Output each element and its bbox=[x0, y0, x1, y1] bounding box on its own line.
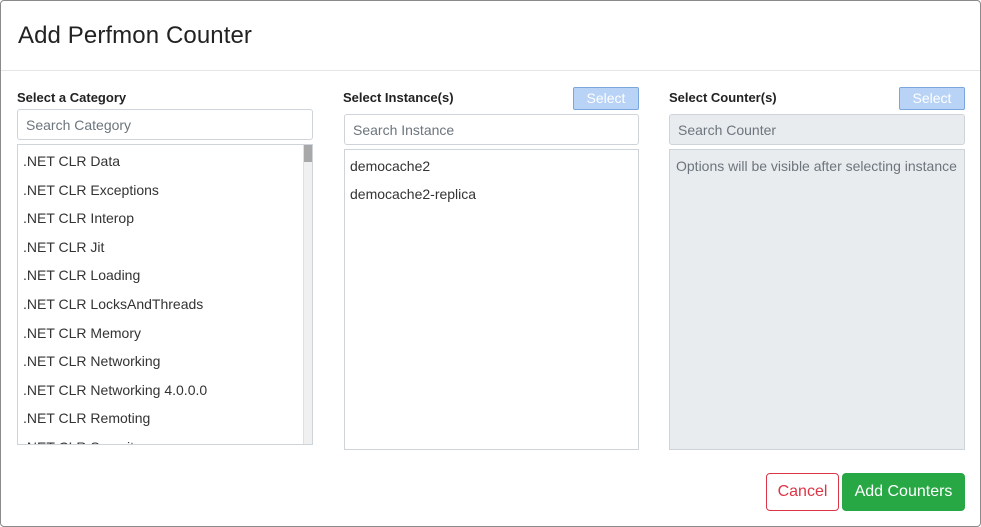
category-list-item[interactable]: .NET CLR Networking bbox=[23, 353, 160, 369]
instance-list-item[interactable]: democache2 bbox=[350, 158, 430, 174]
category-list-item[interactable]: .NET CLR Interop bbox=[23, 210, 134, 226]
counter-listbox: Options will be visible after selecting … bbox=[669, 149, 965, 450]
instance-label: Select Instance(s) bbox=[343, 90, 454, 105]
category-list-item[interactable]: .NET CLR Networking 4.0.0.0 bbox=[23, 382, 207, 398]
category-listbox[interactable]: .NET CLR Security .NET CLR Remoting .NET C… bbox=[17, 144, 313, 445]
category-scroll-thumb[interactable] bbox=[304, 145, 312, 162]
search-category-input[interactable] bbox=[17, 109, 313, 140]
category-label: Select a Category bbox=[17, 90, 127, 105]
category-list-item[interactable]: .NET CLR Jit bbox=[23, 239, 104, 255]
category-list-item[interactable]: .NET CLR LocksAndThreads bbox=[23, 296, 203, 312]
dialog-title: Add Perfmon Counter bbox=[18, 22, 253, 49]
instance-select-all-button[interactable]: Select All bbox=[573, 87, 639, 127]
category-list-item[interactable]: .NET CLR Data bbox=[23, 153, 120, 169]
counter-label: Select Counter(s) bbox=[669, 90, 777, 105]
category-scrollbar[interactable] bbox=[303, 145, 312, 444]
search-instance-input[interactable] bbox=[344, 114, 639, 145]
add-perfmon-counter-dialog: Add Perfmon Counter Select a Category .N… bbox=[0, 0, 981, 527]
category-list-item[interactable]: .NET CLR Loading bbox=[23, 267, 140, 283]
cancel-button[interactable]: Cancel bbox=[766, 473, 839, 511]
add-counters-button[interactable]: Add Counters bbox=[842, 473, 965, 511]
search-counter-input[interactable] bbox=[669, 114, 965, 145]
category-list-item[interactable]: .NET CLR Remoting bbox=[23, 410, 150, 426]
counter-empty-message: Options will be visible after selecting … bbox=[676, 158, 957, 174]
category-list-item[interactable]: .NET CLR Security bbox=[23, 439, 141, 444]
category-list-item[interactable]: .NET CLR Memory bbox=[23, 325, 141, 341]
dialog-header: Add Perfmon Counter bbox=[1, 1, 980, 71]
instance-listbox[interactable]: democache2 democache2-replica bbox=[344, 149, 639, 450]
instance-list-item[interactable]: democache2-replica bbox=[350, 186, 476, 202]
counter-select-all-button[interactable]: Select All bbox=[899, 87, 965, 127]
category-list-item[interactable]: .NET CLR Exceptions bbox=[23, 182, 159, 198]
